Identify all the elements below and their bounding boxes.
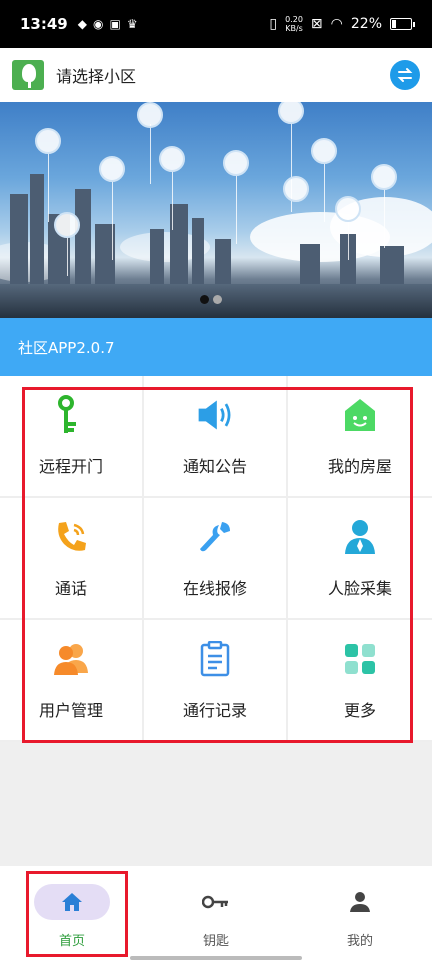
speed-unit: KB/s xyxy=(285,24,303,33)
grid-item-label: 通行记录 xyxy=(182,701,247,720)
grid-item-repair[interactable]: 在线报修 xyxy=(144,498,288,620)
key-icon xyxy=(202,895,228,909)
speed-value: 0.20 xyxy=(285,15,303,24)
header: 请选择小区 xyxy=(0,48,432,102)
community-selector[interactable]: 请选择小区 xyxy=(56,63,136,87)
nav-label: 首页 xyxy=(58,934,85,949)
swap-icon xyxy=(397,68,413,82)
status-bar: 13:49 ◆ ◉ ▣ ♛ ▯ 0.20 KB/s ⊠ ◠ 22% xyxy=(0,0,432,48)
speaker-icon xyxy=(195,395,235,435)
version-bar: 社区APP2.0.7 xyxy=(0,318,432,376)
key-icon xyxy=(51,395,91,435)
grid-item-label: 通知公告 xyxy=(182,457,247,476)
bottom-navigation: 首页 钥匙 我的 xyxy=(0,866,432,964)
grid-item-label: 更多 xyxy=(343,701,376,720)
carousel-indicator xyxy=(200,295,222,304)
banner-carousel[interactable] xyxy=(0,102,432,318)
grid-item-label: 用户管理 xyxy=(38,701,103,720)
grid-item-label: 人脸采集 xyxy=(327,579,392,598)
nav-label: 我的 xyxy=(346,934,373,949)
grid-icon xyxy=(340,639,380,679)
function-grid: 远程开门 通知公告 我的房屋 通话 在线报修 人脸采集 用户管理 通行记录 更多 xyxy=(0,376,432,742)
nav-profile[interactable]: 我的 xyxy=(288,866,432,964)
app-notification-icon: ◉ xyxy=(92,17,104,31)
notification-icons: ◆ ◉ ▣ ♛ xyxy=(78,17,138,31)
grid-item-label: 远程开门 xyxy=(38,457,103,476)
nav-label: 钥匙 xyxy=(202,934,229,949)
wifi-icon: ◠ xyxy=(330,16,343,32)
app-version: 社区APP2.0.7 xyxy=(18,338,115,357)
grid-item-user-management[interactable]: 用户管理 xyxy=(0,620,144,742)
grid-item-face-capture[interactable]: 人脸采集 xyxy=(288,498,432,620)
grid-item-access-records[interactable]: 通行记录 xyxy=(144,620,288,742)
home-indicator[interactable] xyxy=(130,956,302,960)
grid-item-more[interactable]: 更多 xyxy=(288,620,432,742)
app-logo-icon xyxy=(12,60,44,90)
app-notification-icon: ◆ xyxy=(77,17,87,31)
carousel-dot xyxy=(200,295,209,304)
grid-item-label: 通话 xyxy=(54,579,87,598)
battery-percent: 22% xyxy=(350,16,382,32)
crown-icon: ♛ xyxy=(126,17,138,31)
clipboard-icon xyxy=(195,639,235,679)
status-time: 13:49 xyxy=(20,15,68,33)
person-icon xyxy=(350,892,370,912)
grid-item-notices[interactable]: 通知公告 xyxy=(144,376,288,498)
nav-keys[interactable]: 钥匙 xyxy=(144,866,288,964)
network-speed: 0.20 KB/s xyxy=(285,15,303,33)
grid-item-my-house[interactable]: 我的房屋 xyxy=(288,376,432,498)
wrench-icon xyxy=(195,517,235,557)
app-notification-icon: ▣ xyxy=(109,17,121,31)
house-icon xyxy=(340,395,380,435)
home-icon xyxy=(62,893,82,911)
grid-item-remote-unlock[interactable]: 远程开门 xyxy=(0,376,144,498)
status-right: ▯ 0.20 KB/s ⊠ ◠ 22% xyxy=(269,15,415,33)
grid-item-label: 在线报修 xyxy=(182,579,247,598)
person-icon xyxy=(340,517,380,557)
vibrate-icon: ▯ xyxy=(269,16,278,32)
phone-icon xyxy=(51,517,91,557)
users-icon xyxy=(51,639,91,679)
nav-home[interactable]: 首页 xyxy=(0,866,144,964)
battery-fill xyxy=(392,20,396,28)
sim-icon: ⊠ xyxy=(310,16,323,32)
grid-item-label: 我的房屋 xyxy=(327,457,392,476)
carousel-dot xyxy=(213,295,222,304)
switch-community-button[interactable] xyxy=(390,60,420,90)
grid-item-call[interactable]: 通话 xyxy=(0,498,144,620)
battery-icon xyxy=(390,18,415,30)
